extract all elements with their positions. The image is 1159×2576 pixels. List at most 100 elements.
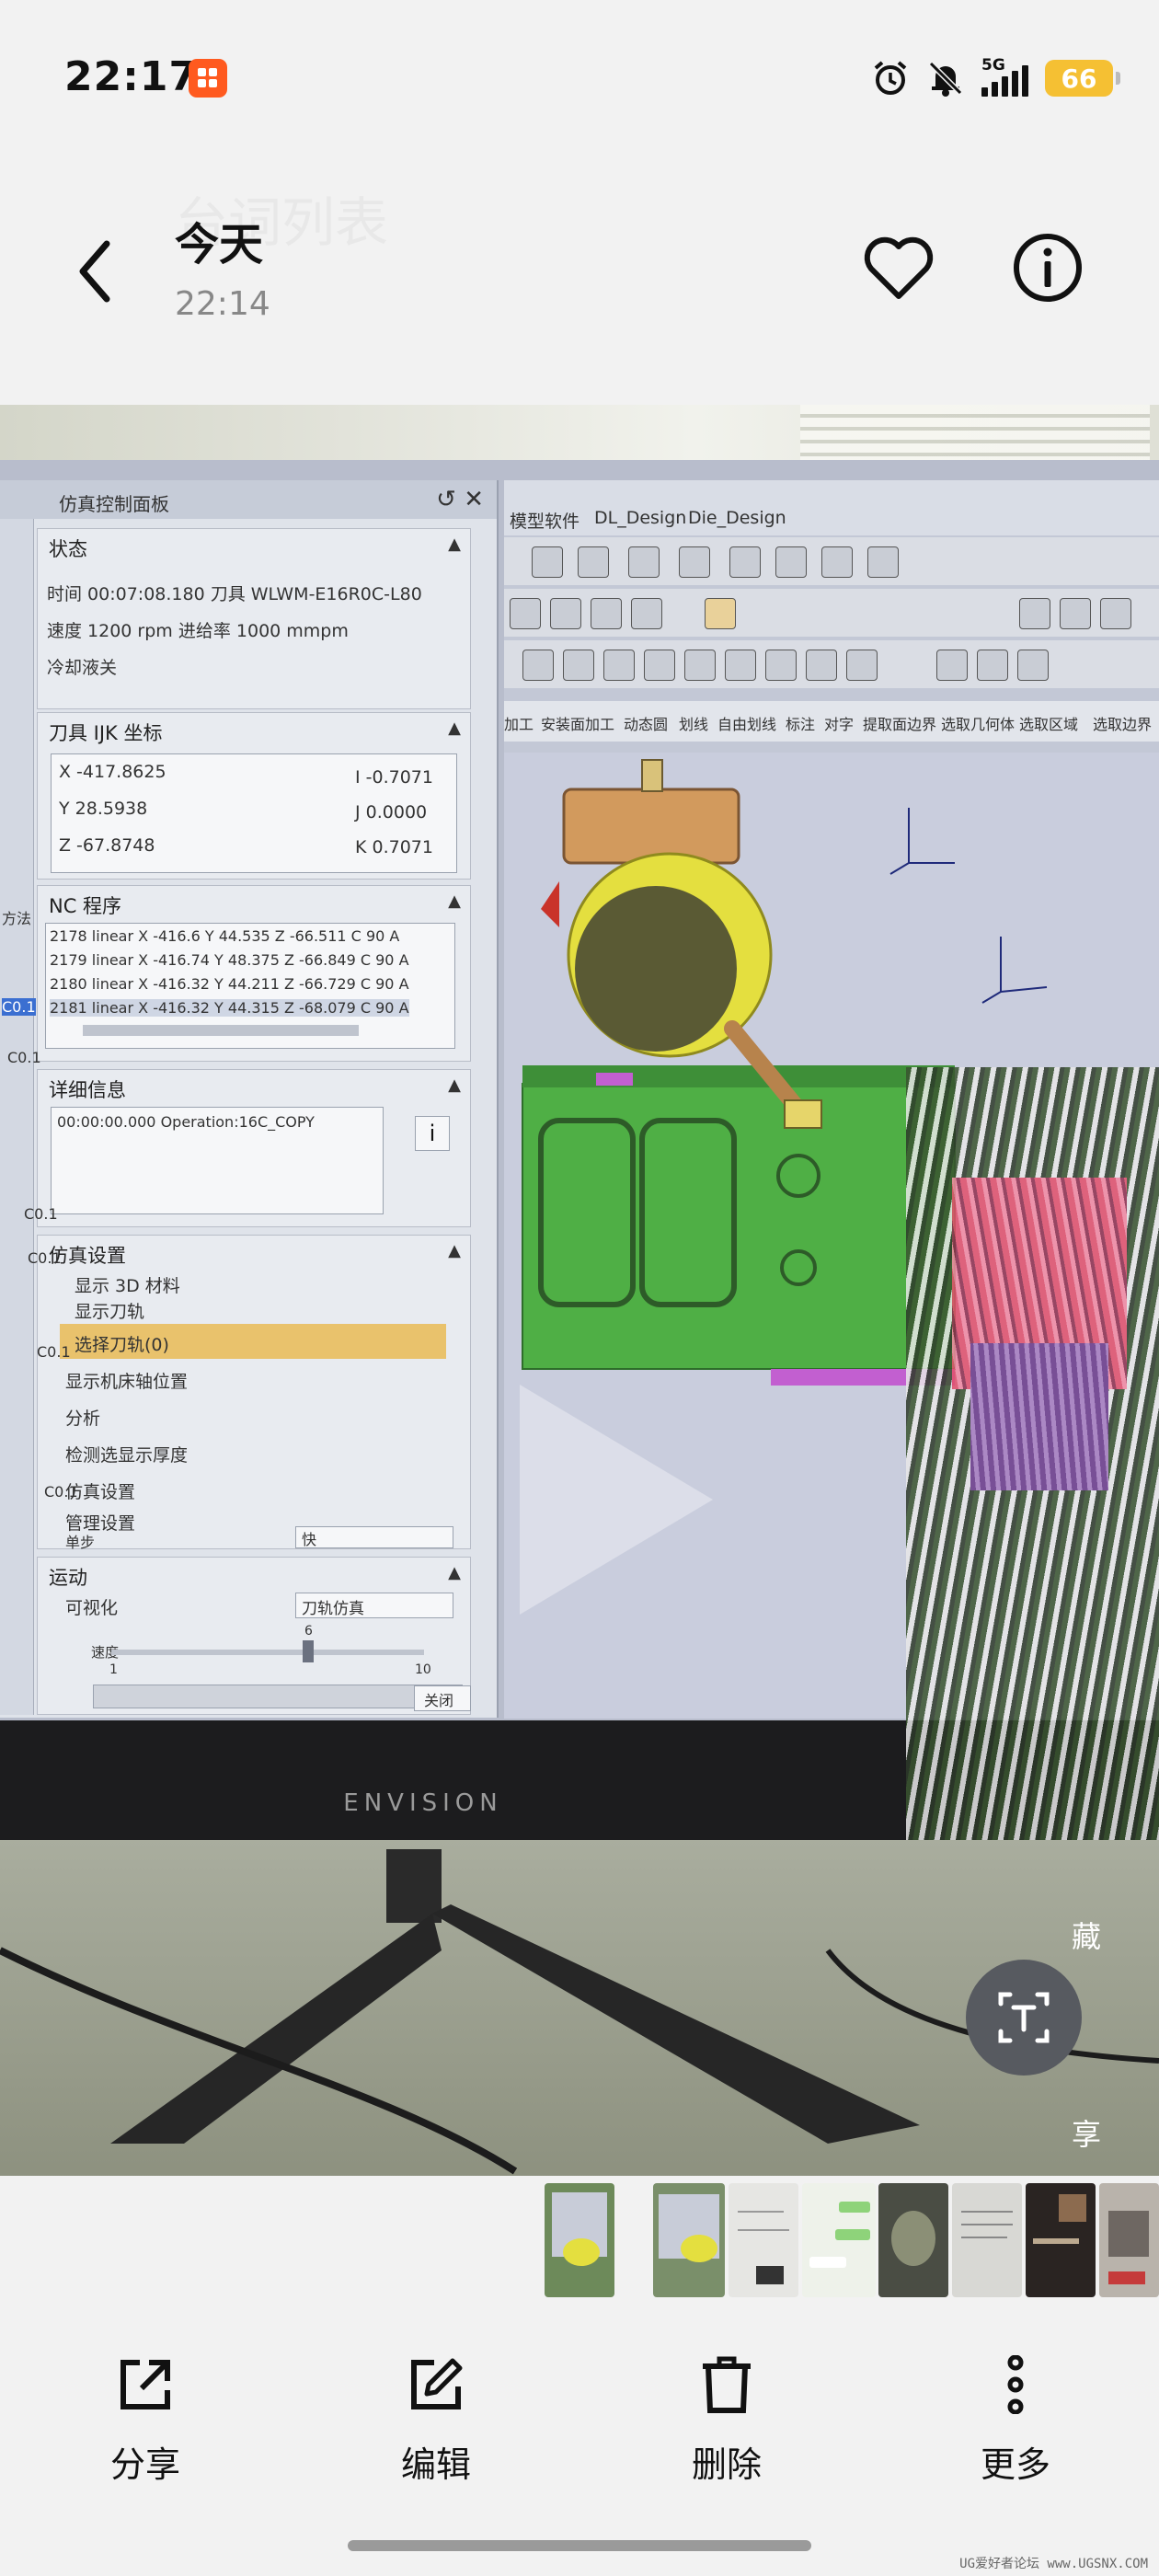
thumb-paper[interactable]: [729, 2183, 798, 2297]
ribbon-tab: 安装面加工: [541, 716, 615, 733]
back-button[interactable]: [66, 235, 121, 308]
collapse-icon: ▲: [448, 719, 461, 738]
cad-toolbar-2: [504, 589, 1159, 637]
thumb-chat[interactable]: [802, 2183, 876, 2297]
photo-viewer[interactable]: 仿真控制面板 ↺ ✕ 状态 ▲ 时间 00:07:08.180 刀具 WLWM-…: [0, 405, 1159, 2176]
panel-close-button: 关闭: [414, 1685, 471, 1711]
thumb-doc[interactable]: [952, 2183, 1022, 2297]
opt-3d: 显示 3D 材料: [75, 1276, 180, 1296]
status-bar: 22:17 5G 66: [0, 0, 1159, 156]
left-strip: [0, 519, 34, 1715]
home-indicator[interactable]: [348, 2540, 811, 2551]
speed-slider-track: [111, 1650, 424, 1655]
strip-label: C0.1: [28, 1249, 62, 1267]
detail-info-icon: i: [415, 1116, 450, 1151]
nc-line: 2179 linear X -416.74 Y 48.375 Z -66.849…: [50, 951, 409, 969]
ribbon-tab: 选取边界: [1093, 716, 1153, 733]
share-icon: [120, 2360, 170, 2409]
text-scan-button[interactable]: [966, 1960, 1082, 2076]
ribbon-tab: 划线: [679, 716, 709, 733]
edit-label: 编辑: [400, 2444, 471, 2485]
collapse-icon: ▲: [448, 1241, 461, 1260]
opt-toolpath: 显示刀轨: [75, 1302, 145, 1322]
strip-label: C0.1: [24, 1205, 58, 1223]
thumb-machine[interactable]: [1099, 2183, 1159, 2297]
opt-thickness: 检测选显示厚度: [65, 1445, 189, 1466]
panel-titlebar: 仿真控制面板 ↺ ✕: [0, 480, 497, 519]
ribbon-tab: 对字: [824, 716, 855, 733]
ribbon-tab: 选取区域: [1019, 716, 1079, 733]
nc-section: NC 程序 ▲ 2178 linear X -416.6 Y 44.535 Z …: [37, 885, 471, 1062]
cellular-signal-icon: 5G: [981, 56, 1028, 97]
trash-icon: [703, 2356, 751, 2413]
visual-label: 可视化: [65, 1598, 119, 1618]
nc-line: 2180 linear X -416.32 Y 44.211 Z -66.729…: [50, 975, 409, 993]
watermark: UG爱好者论坛 www.UGSNX.COM: [959, 2557, 1148, 2571]
network-type: 5G: [981, 56, 1005, 75]
k-value: K 0.7071: [355, 837, 433, 857]
ribbon-tab: 选取几何体: [941, 716, 1016, 733]
j-value: J 0.0000: [355, 802, 428, 822]
thumb-cad-2[interactable]: [653, 2183, 725, 2297]
share-button[interactable]: 分享: [72, 2355, 219, 2485]
speed-slider-thumb: [303, 1640, 314, 1662]
strip-label: C0.1: [37, 1343, 71, 1361]
cad-toolbar-3: [504, 640, 1159, 688]
battery-indicator: 66: [1045, 60, 1120, 97]
delete-button[interactable]: 删除: [653, 2355, 800, 2485]
text-scan-icon: [998, 1992, 1050, 2043]
close-label: 关闭: [424, 1692, 454, 1709]
collapse-icon: ▲: [448, 535, 461, 554]
detail-box: 00:00:00.000 Operation:16C_COPY: [51, 1107, 384, 1214]
status-line-3: 冷却液关: [47, 658, 118, 678]
cad-menubar: 模型软件 DL_Design Die_Design: [504, 480, 1159, 535]
nc-heading: NC 程序: [49, 895, 122, 917]
play-overlay-icon: [520, 1385, 713, 1615]
edit-icon: [411, 2358, 463, 2409]
collapse-icon: ▲: [448, 1075, 461, 1095]
nc-line-selected: 2181 linear X -416.32 Y 44.315 Z -68.079…: [50, 999, 409, 1017]
x-value: X -417.8625: [59, 762, 166, 782]
panel-close-icon: ↺ ✕: [436, 486, 484, 513]
status-heading: 状态: [49, 538, 87, 560]
ribbon-tab: 提取面边界: [863, 716, 937, 733]
more-button[interactable]: 更多: [942, 2355, 1089, 2485]
ijk-box: X -417.8625 Y 28.5938 Z -67.8748 I -0.70…: [51, 753, 457, 873]
status-section: 状态 ▲ 时间 00:07:08.180 刀具 WLWM-E16R0C-L80 …: [37, 528, 471, 709]
menu-item: 模型软件: [510, 512, 580, 532]
collapse-icon: ▲: [448, 891, 461, 911]
collect-label: 藏: [1072, 1919, 1102, 1954]
opt-analysis: 分析: [65, 1409, 101, 1429]
ribbon-tab: 自由划线: [717, 716, 777, 733]
thumb-cad-1[interactable]: [545, 2183, 614, 2297]
ribbon-tab: 动态圆: [624, 716, 669, 733]
thumb-dark-circle[interactable]: [878, 2183, 948, 2297]
i-value: I -0.7071: [355, 767, 433, 788]
thumb-dark-chat[interactable]: [1026, 2183, 1096, 2297]
sim-settings-section: 仿真设置 ▲ 显示 3D 材料 显示刀轨 选择刀轨(0) 显示机床轴位置 分析 …: [37, 1235, 471, 1551]
share-side-label: 享: [1072, 2117, 1102, 2152]
favorite-heart-icon[interactable]: [860, 232, 937, 305]
strip-label: C0.1: [7, 1049, 41, 1066]
collapse-icon: ▲: [448, 1563, 461, 1582]
delete-label: 删除: [691, 2444, 762, 2485]
strip-label: 方法: [2, 910, 32, 927]
photo-time: 22:14: [175, 285, 270, 323]
edit-button[interactable]: 编辑: [362, 2355, 510, 2485]
opt-axis: 显示机床轴位置: [65, 1372, 189, 1392]
ijk-heading: 刀具 IJK 坐标: [49, 722, 163, 744]
ribbon-tab: 标注: [786, 716, 816, 733]
motion-section: 运动 ▲ 可视化 刀轨仿真 6 速度 1 10: [37, 1557, 471, 1715]
alarm-icon: [874, 61, 907, 95]
playback-controls: [93, 1685, 463, 1708]
nc-scrollbar: [83, 1025, 359, 1036]
speed-max: 10: [415, 1662, 431, 1677]
z-value: Z -67.8748: [59, 835, 155, 856]
y-value: Y 28.5938: [59, 799, 148, 819]
status-icons: 5G 66: [871, 55, 1120, 101]
nc-list: 2178 linear X -416.6 Y 44.535 Z -66.511 …: [45, 923, 455, 1049]
share-label: 分享: [109, 2444, 180, 2485]
detail-heading: 详细信息: [49, 1079, 126, 1101]
strip-label: C0.1: [2, 998, 36, 1016]
info-icon[interactable]: [1010, 230, 1085, 305]
